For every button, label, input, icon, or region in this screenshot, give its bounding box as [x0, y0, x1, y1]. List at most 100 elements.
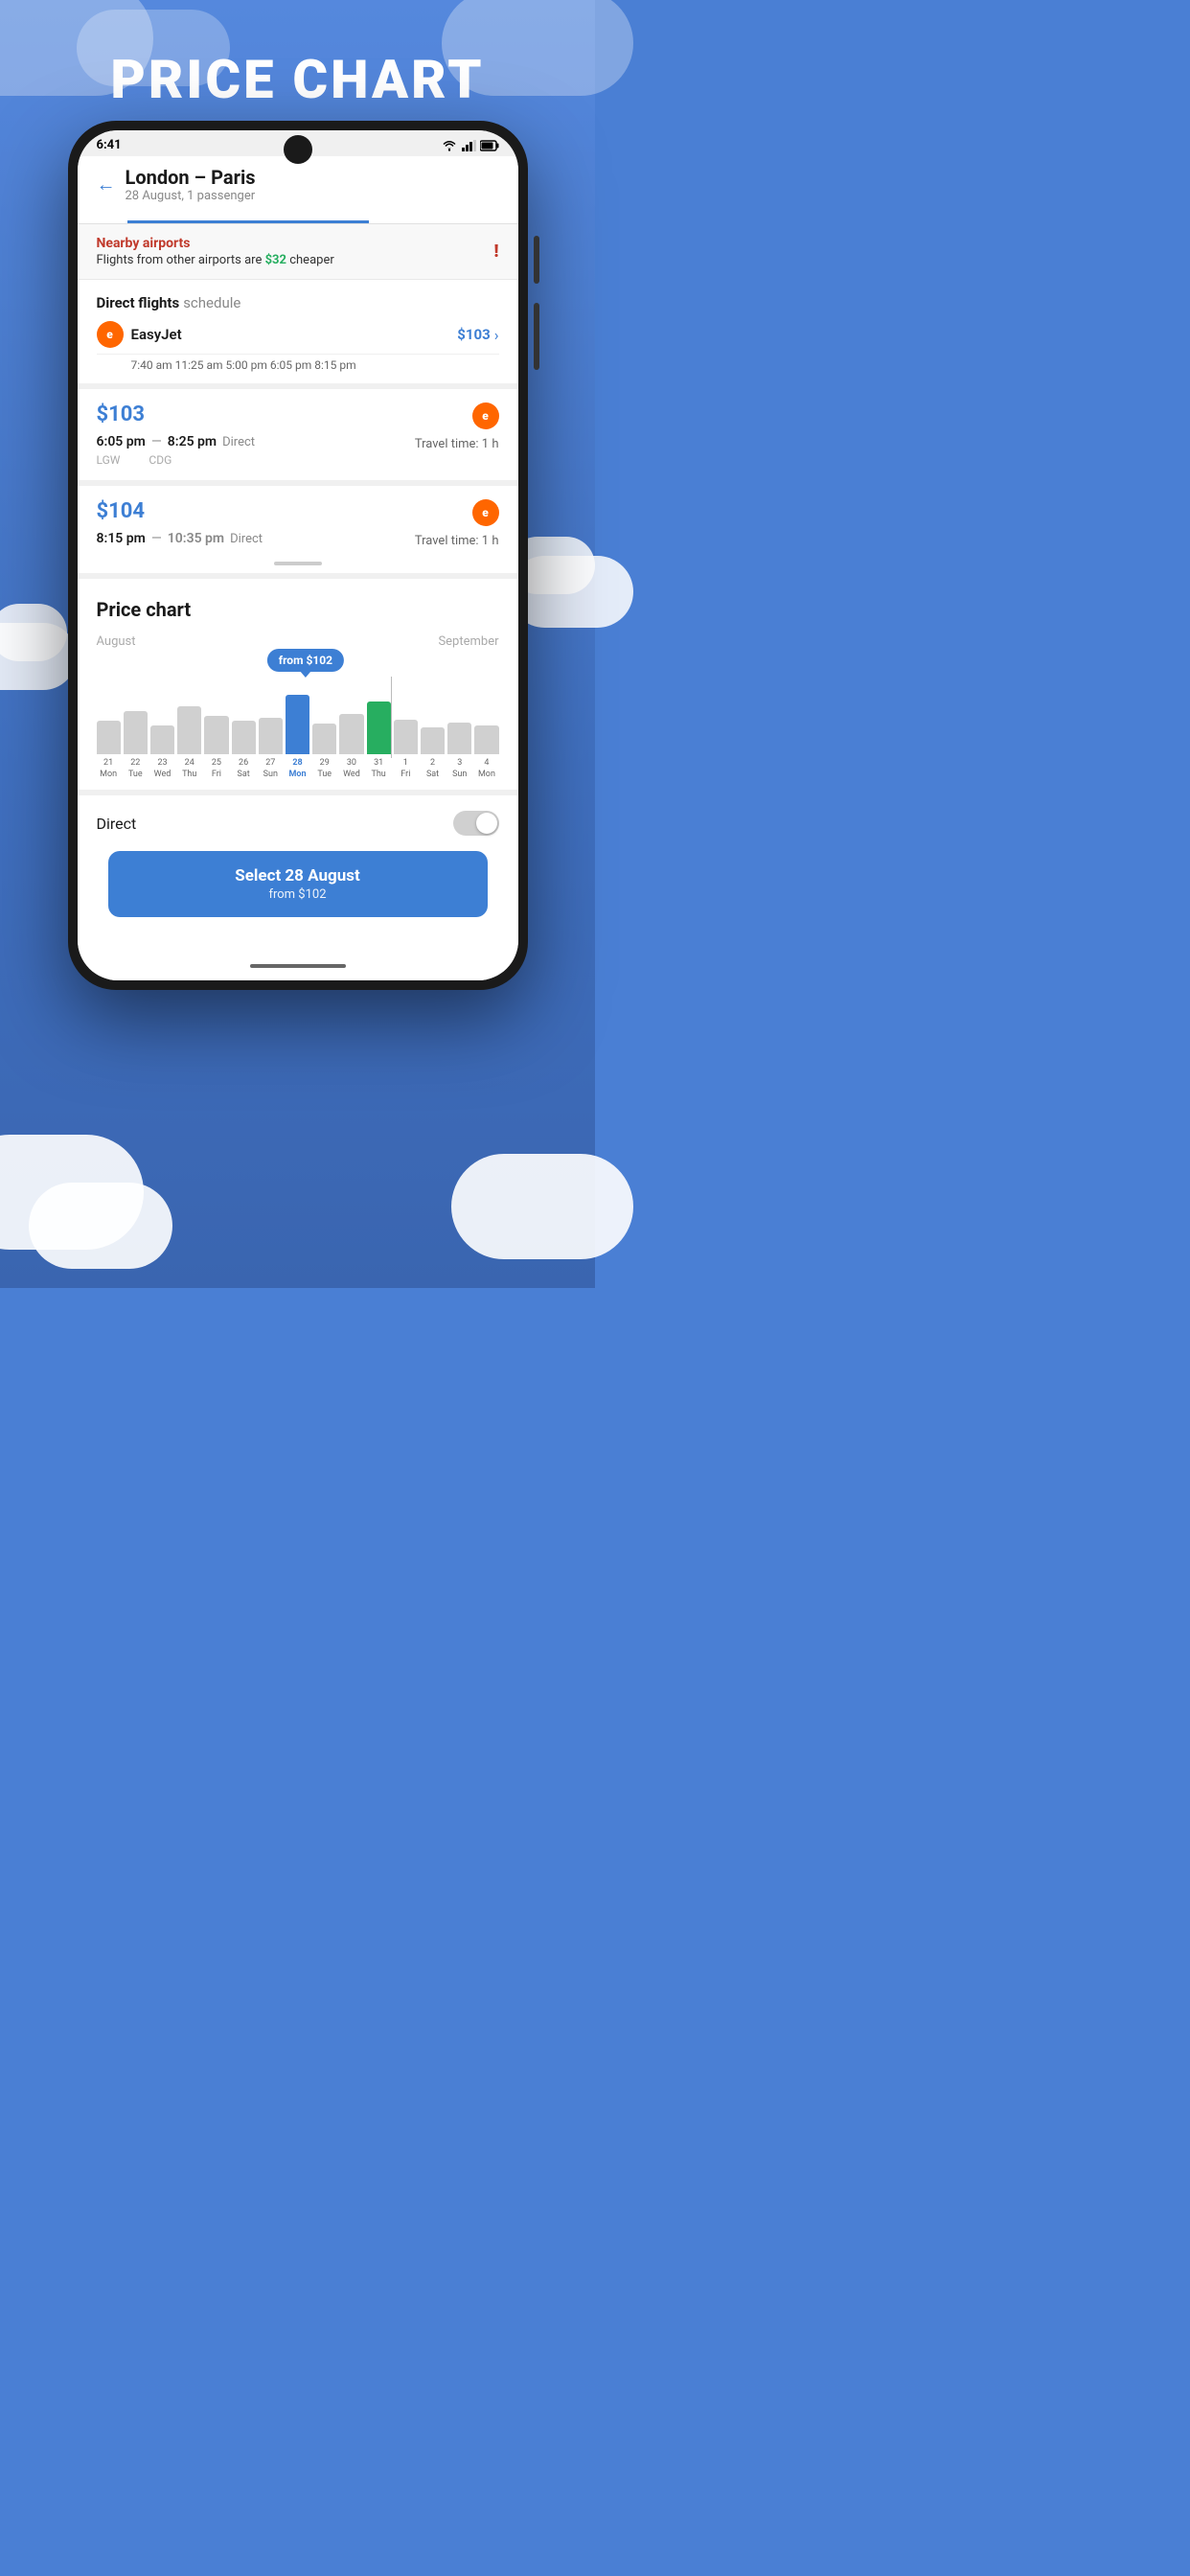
bar-col-25[interactable]: [204, 716, 228, 754]
day-label-4: 4Mon: [474, 758, 498, 780]
drag-handle-area: [78, 554, 518, 573]
day-label-24: 24Thu: [177, 758, 201, 780]
toggle-knob: [476, 813, 497, 834]
flight-price-2: $104: [97, 499, 263, 523]
bar-col-29[interactable]: [312, 724, 336, 754]
route-title: London – Paris: [126, 166, 256, 189]
direct-toggle[interactable]: [453, 811, 499, 836]
section-subtitle: schedule: [183, 294, 240, 311]
bar-28: [286, 695, 309, 754]
airline-row[interactable]: e EasyJet $103 ›: [97, 311, 499, 355]
to-airport-1: CDG: [149, 453, 172, 467]
back-button[interactable]: ←: [97, 172, 116, 196]
home-indicator: [78, 952, 518, 980]
select-btn-title: Select 28 August: [127, 866, 469, 886]
bar-4: [474, 725, 498, 754]
direct-toggle-row: Direct: [78, 790, 518, 851]
bar-30: [339, 714, 363, 754]
depart-time-2: 8:15 pm: [97, 531, 146, 546]
bar-2: [421, 727, 445, 754]
header-tab-underline: [127, 220, 369, 223]
flights-section: Direct flights schedule e EasyJet $103: [78, 280, 518, 383]
airline-logo-right-2: e: [472, 499, 499, 526]
power-button: [534, 236, 539, 284]
bar-23: [150, 725, 174, 754]
bar-1: [394, 720, 418, 754]
bar-col-24[interactable]: [177, 706, 201, 754]
price-chart-title: Price chart: [97, 598, 499, 621]
flight-card-2[interactable]: $104 8:15 pm — 10:35 pm Direct e Travel …: [78, 480, 518, 554]
app-header: ← London – Paris 28 August, 1 passenger: [78, 156, 518, 224]
home-bar: [250, 964, 346, 968]
flight-type-2: Direct: [230, 532, 263, 546]
airline-times: 7:40 am 11:25 am 5:00 pm 6:05 pm 8:15 pm: [97, 355, 499, 376]
volume-button: [534, 303, 539, 370]
day-label-2: 2Sat: [421, 758, 445, 780]
bar-col-31[interactable]: [367, 702, 391, 754]
select-button[interactable]: Select 28 August from $102: [108, 851, 488, 917]
day-label-1: 1Fri: [394, 758, 418, 780]
chart-area[interactable]: from $102 21Mon22Tue23Wed24Thu25Fri26Sat…: [97, 678, 499, 790]
battery-icon: [480, 140, 499, 151]
day-label-23: 23Wed: [150, 758, 174, 780]
airline-logo-right-1: e: [472, 402, 499, 429]
arrive-time-1: 8:25 pm: [168, 434, 217, 449]
nearby-price: $32: [265, 253, 286, 267]
bar-22: [124, 711, 148, 754]
travel-time-1: Travel time: 1 h: [415, 437, 499, 451]
bar-col-30[interactable]: [339, 714, 363, 754]
status-time: 6:41: [97, 138, 122, 152]
bar-col-22[interactable]: [124, 711, 148, 754]
bar-31: [367, 702, 391, 754]
bar-col-23[interactable]: [150, 725, 174, 754]
day-label-26: 26Sat: [232, 758, 256, 780]
dash-2: —: [151, 531, 162, 546]
camera-notch: [284, 135, 312, 164]
day-label-22: 22Tue: [124, 758, 148, 780]
day-label-21: 21Mon: [97, 758, 121, 780]
status-icons: [442, 140, 499, 151]
arrive-time-2: 10:35 pm: [168, 531, 224, 546]
bar-col-4[interactable]: [474, 725, 498, 754]
day-label-25: 25Fri: [204, 758, 228, 780]
select-btn-subtitle: from $102: [127, 887, 469, 902]
bar-25: [204, 716, 228, 754]
status-bar: 6:41: [78, 130, 518, 156]
day-label-28: 28Mon: [286, 758, 309, 780]
flight-card-1[interactable]: $103 6:05 pm — 8:25 pm Direct LGW CDG: [78, 383, 518, 480]
airline-name: EasyJet: [131, 326, 182, 343]
depart-time-1: 6:05 pm: [97, 434, 146, 449]
drag-handle: [274, 562, 322, 565]
nearby-title: Nearby airports: [97, 236, 334, 251]
route-subtitle: 28 August, 1 passenger: [126, 189, 256, 203]
bar-col-2[interactable]: [421, 727, 445, 754]
signal-icon: [461, 140, 476, 151]
travel-time-2: Travel time: 1 h: [415, 534, 499, 548]
bar-col-21[interactable]: [97, 721, 121, 754]
wifi-icon: [442, 140, 457, 151]
phone-screen: 6:41: [78, 130, 518, 980]
bar-24: [177, 706, 201, 754]
select-button-container: Select 28 August from $102: [78, 851, 518, 952]
bar-col-27[interactable]: [259, 718, 283, 754]
month-right: September: [438, 634, 498, 649]
bar-col-3[interactable]: [447, 723, 471, 754]
info-icon: !: [494, 242, 499, 262]
flight-price-1: $103: [97, 402, 256, 426]
day-label-31: 31Thu: [367, 758, 391, 780]
direct-label: Direct: [97, 815, 137, 833]
nearby-airports-banner[interactable]: Nearby airports Flights from other airpo…: [78, 224, 518, 280]
month-left: August: [97, 634, 136, 649]
flight-type-1: Direct: [222, 435, 255, 449]
airline-price: $103: [457, 326, 490, 343]
bar-col-28[interactable]: [286, 695, 309, 754]
hero-title: PRICE CHART: [0, 48, 595, 111]
bar-col-26[interactable]: [232, 721, 256, 754]
from-airport-1: LGW: [97, 453, 121, 467]
bar-27: [259, 718, 283, 754]
price-tooltip: from $102: [267, 649, 344, 672]
bar-col-1[interactable]: [394, 720, 418, 754]
chevron-icon: ›: [494, 326, 499, 344]
dash-1: —: [151, 434, 162, 449]
day-label-3: 3Sun: [447, 758, 471, 780]
